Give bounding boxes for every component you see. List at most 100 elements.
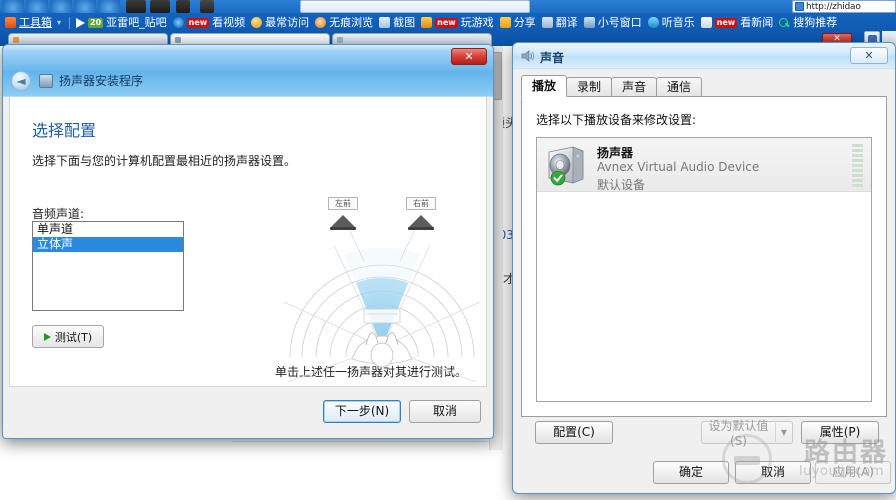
save-page-button[interactable] (126, 0, 146, 13)
test-button[interactable]: 测试(T) (32, 325, 104, 348)
search-icon (779, 17, 790, 28)
dialog-content: 选择配置 选择下面与您的计算机配置最相近的扬声器设置。 音频声道: 单声道 立体… (9, 97, 487, 387)
toolbar-divider (69, 16, 71, 29)
set-default-button[interactable]: 设为默认值(S) ▼ (701, 419, 793, 448)
next-button[interactable]: 下一步(N) (323, 400, 401, 423)
privacy-icon (315, 17, 327, 28)
tab-playback[interactable]: 播放 (521, 75, 568, 97)
tab-favicon-icon (337, 37, 343, 43)
toolbar-item-music[interactable]: 听音乐 (646, 14, 699, 31)
cursor-icon (76, 17, 86, 28)
device-speaker-icon (545, 144, 587, 186)
chevron-down-icon[interactable]: ▼ (776, 428, 792, 437)
coin-icon (251, 17, 263, 28)
back-button[interactable] (2, 0, 24, 13)
dialog-content: 播放 录制 声音 通信 选择以下播放设备来修改设置: 扬声器 Avnex Vir… (520, 69, 888, 453)
dialog-title: 声音 (540, 51, 565, 65)
toolbar-item-video[interactable]: new 看视频 (171, 14, 250, 31)
page-divider (232, 441, 490, 442)
speaker-label-front-right: 右前 (406, 197, 436, 210)
list-item-stereo[interactable]: 立体声 (33, 237, 183, 252)
toolbar-item-tieba[interactable]: 20 亚雷吧_贴吧 (74, 14, 171, 31)
news-icon (700, 17, 712, 28)
tab-communications[interactable]: 通信 (656, 77, 703, 97)
bookmark-icon[interactable] (200, 0, 214, 13)
toolbar-item-private-browsing[interactable]: 无痕浏览 (313, 14, 377, 31)
toolbar-item-small-window[interactable]: 小号窗口 (582, 14, 646, 31)
favorites-toolbar: 工具箱 ▾ 20 亚雷吧_贴吧 new 看视频 最常访问 无痕浏览 截图 new… (0, 13, 896, 32)
forward-button[interactable] (26, 0, 48, 13)
chevron-down-icon[interactable]: ▾ (57, 14, 61, 31)
site-favicon-icon (795, 2, 804, 11)
print-button[interactable] (150, 0, 170, 13)
toolbar-label: 工具箱 (19, 16, 52, 29)
speaker-icon-front-right[interactable] (408, 215, 434, 230)
toolbar-item-games[interactable]: new 玩游戏 (419, 14, 498, 31)
tab-favicon-icon (175, 37, 181, 43)
toolbar-item-share[interactable]: 分享 (498, 14, 540, 31)
toolbar-label: 玩游戏 (460, 16, 494, 29)
panel-instruction: 选择以下播放设备来修改设置: (536, 113, 697, 127)
set-default-label: 设为默认值(S) (708, 419, 769, 448)
cancel-button[interactable]: 取消 (409, 400, 481, 423)
speaker-layout-diagram[interactable]: 左前 右前 (272, 197, 486, 386)
speaker-icon-front-left[interactable] (330, 215, 356, 230)
dialog-title-bar: 声音 ✕ (513, 43, 895, 69)
new-badge: new (714, 17, 738, 28)
toolbar-label: 看视频 (212, 16, 246, 29)
toolbar-label: 小号窗口 (597, 16, 642, 29)
translate-icon (541, 17, 553, 28)
toolbar-label: 搜狗推荐 (793, 16, 838, 29)
address-bar[interactable]: http://zhidao (792, 0, 896, 13)
music-icon (647, 17, 659, 28)
toolbar-label: 翻译 (555, 16, 578, 29)
page-subtitle: 选择下面与您的计算机配置最相近的扬声器设置。 (32, 154, 297, 168)
toolbar-item-toolbox[interactable]: 工具箱 ▾ (3, 14, 65, 31)
toolbar-item-translate[interactable]: 翻译 (540, 14, 582, 31)
speaker-setup-dialog: ◄ 扬声器安装程序 ✕ 选择配置 选择下面与您的计算机配置最相近的扬声器设置。 … (2, 44, 494, 439)
toolbar-label: 看新闻 (740, 16, 774, 29)
configure-button[interactable]: 配置(C) (535, 421, 613, 444)
sound-settings-dialog: 声音 ✕ 播放 录制 声音 通信 选择以下播放设备来修改设置: 扬声器 Avne… (512, 42, 896, 494)
stop-button[interactable] (74, 0, 96, 13)
count-badge: 20 (88, 17, 104, 28)
dialog-footer: 下一步(N) 取消 (9, 388, 487, 434)
back-button[interactable]: ◄ (11, 71, 31, 91)
playback-device-list[interactable]: 扬声器 Avnex Virtual Audio Device 默认设备 (536, 137, 872, 402)
close-button[interactable]: ✕ (451, 48, 487, 65)
page-title: 选择配置 (32, 121, 97, 140)
browser-navigation-bar: http://zhidao (0, 0, 896, 13)
device-list-item[interactable]: 扬声器 Avnex Virtual Audio Device 默认设备 (537, 138, 871, 192)
address-bar-text: http://zhidao (806, 1, 861, 12)
audio-channels-listbox[interactable]: 单声道 立体声 (32, 221, 184, 311)
toolbar-item-most-visited[interactable]: 最常访问 (249, 14, 313, 31)
tools-dropdown-button[interactable] (176, 0, 190, 13)
tab-sounds[interactable]: 声音 (611, 77, 658, 97)
speaker-label-front-left: 左前 (328, 197, 358, 210)
speaker-icon (521, 50, 535, 62)
device-status: 默认设备 (597, 178, 646, 192)
list-item-mono[interactable]: 单声道 (33, 222, 183, 237)
toolbar-item-news[interactable]: new 看新闻 (699, 14, 778, 31)
toolbar-label: 最常访问 (265, 16, 310, 29)
toolbox-icon (5, 17, 16, 28)
toolbar-label: 截图 (393, 16, 416, 29)
toolbar-item-sogou-recommend[interactable]: 搜狗推荐 (777, 14, 841, 31)
screenshot-icon (379, 17, 391, 28)
toolbar-item-screenshot[interactable]: 截图 (377, 14, 419, 31)
ok-button[interactable]: 确定 (653, 461, 729, 484)
close-button[interactable]: ✕ (850, 47, 888, 64)
new-badge: new (435, 17, 458, 28)
home-button[interactable] (98, 0, 120, 13)
inactive-search-field[interactable] (300, 0, 530, 13)
apply-button: 应用(A) (815, 461, 891, 484)
toolbar-label: 听音乐 (661, 16, 695, 29)
browser-chrome: http://zhidao 工具箱 ▾ 20 亚雷吧_贴吧 new 看视频 最常… (0, 0, 896, 46)
refresh-button[interactable] (50, 0, 72, 13)
properties-button[interactable]: 属性(P) (801, 421, 879, 444)
audio-channels-label: 音频声道: (32, 207, 85, 221)
cancel-button[interactable]: 取消 (735, 461, 811, 484)
dialog-title: 扬声器安装程序 (59, 74, 144, 88)
tab-recording[interactable]: 录制 (566, 77, 613, 97)
game-icon (421, 17, 433, 28)
